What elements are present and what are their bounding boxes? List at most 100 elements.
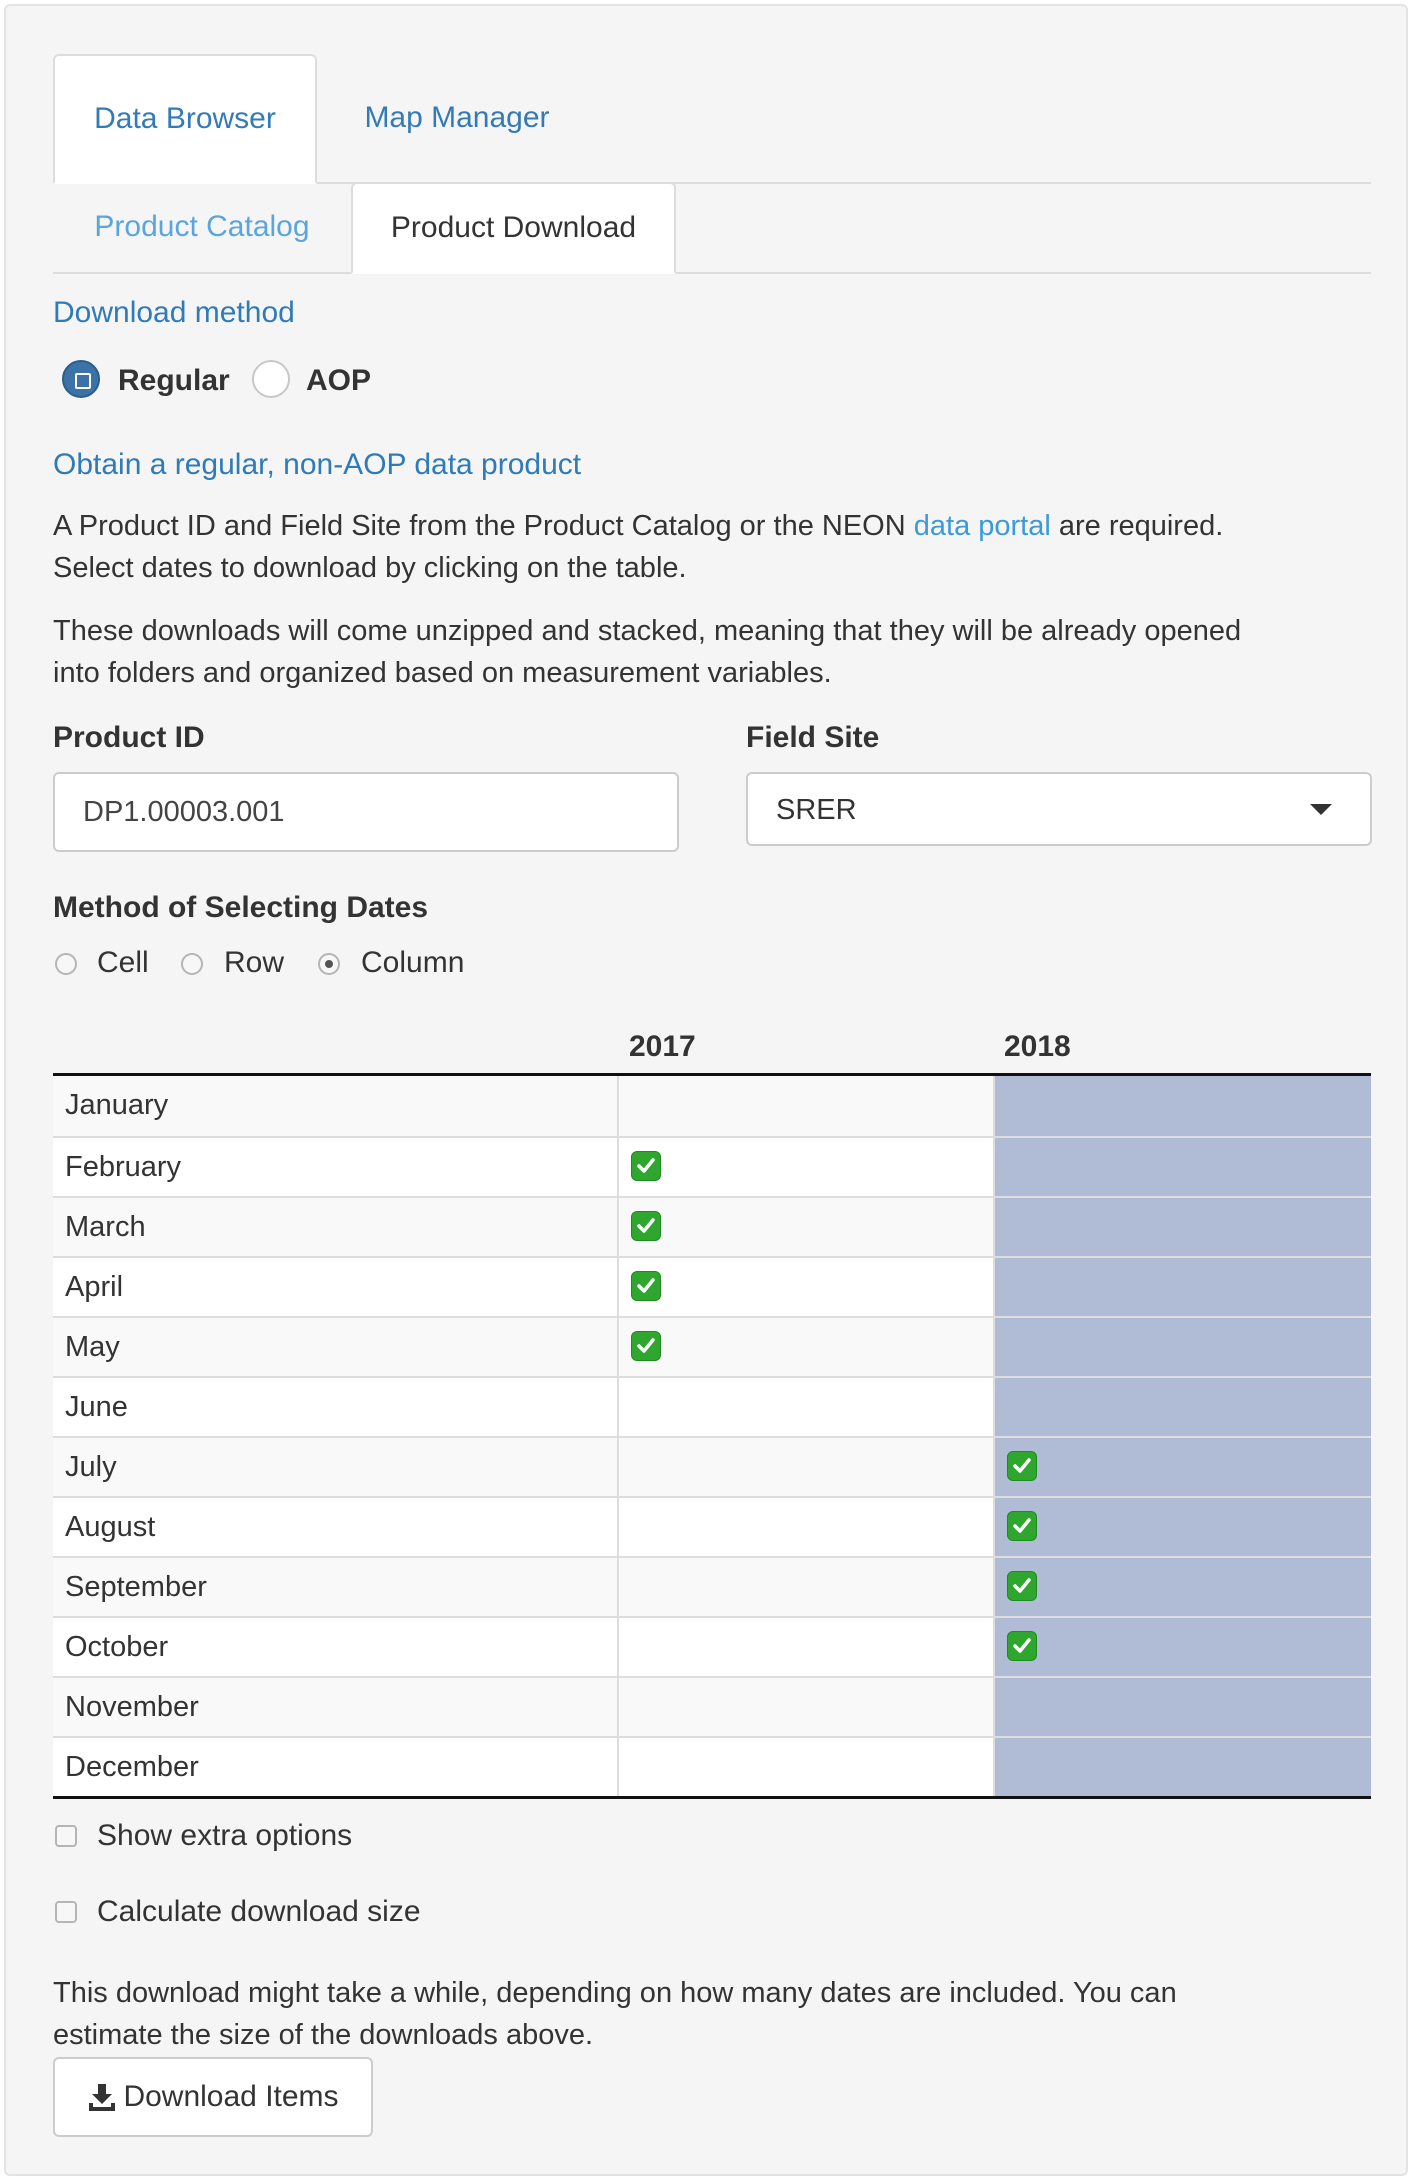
radio-column[interactable] bbox=[318, 953, 340, 975]
desc-text-line2: Select dates to download by clicking on … bbox=[53, 552, 687, 584]
checkmark-icon bbox=[1007, 1631, 1037, 1661]
month-cell: December bbox=[53, 1738, 619, 1796]
date-cell-2018[interactable] bbox=[995, 1738, 1371, 1796]
download-note-line2: estimate the size of the downloads above… bbox=[53, 2019, 594, 2051]
desc2-line1: These downloads will come unzipped and s… bbox=[53, 615, 1242, 647]
tab-data-browser-label: Data Browser bbox=[94, 102, 276, 135]
date-cell-2018[interactable] bbox=[995, 1618, 1371, 1676]
download-method-heading: Download method bbox=[53, 296, 295, 329]
date-cell-2018[interactable] bbox=[995, 1378, 1371, 1436]
checkmark-icon bbox=[631, 1211, 661, 1241]
table-row: December bbox=[53, 1736, 1371, 1796]
show-extra-checkbox[interactable] bbox=[55, 1825, 77, 1847]
date-cell-2017[interactable] bbox=[619, 1076, 995, 1136]
download-items-button[interactable]: Download Items bbox=[53, 2057, 373, 2137]
checkmark-icon bbox=[631, 1271, 661, 1301]
checkmark-icon bbox=[1007, 1511, 1037, 1541]
column-header-2017[interactable]: 2017 bbox=[629, 1030, 696, 1064]
table-row: July bbox=[53, 1436, 1371, 1496]
date-cell-2018[interactable] bbox=[995, 1498, 1371, 1556]
sub-tabs: Product Catalog Product Download bbox=[53, 182, 1371, 274]
date-cell-2017[interactable] bbox=[619, 1678, 995, 1736]
date-cell-2018[interactable] bbox=[995, 1198, 1371, 1256]
product-id-label: Product ID bbox=[53, 721, 205, 754]
month-cell: April bbox=[53, 1258, 619, 1316]
table-row: March bbox=[53, 1196, 1371, 1256]
desc-text: A Product ID and Field Site from the Pro… bbox=[53, 510, 914, 542]
table-row: September bbox=[53, 1556, 1371, 1616]
date-cell-2017[interactable] bbox=[619, 1138, 995, 1196]
month-cell: March bbox=[53, 1198, 619, 1256]
date-cell-2017[interactable] bbox=[619, 1258, 995, 1316]
checkmark-icon bbox=[631, 1331, 661, 1361]
date-cell-2018[interactable] bbox=[995, 1438, 1371, 1496]
radio-column-label: Column bbox=[361, 946, 465, 979]
chevron-down-icon bbox=[1310, 804, 1332, 815]
table-row: June bbox=[53, 1376, 1371, 1436]
radio-regular-label: Regular bbox=[118, 364, 230, 397]
table-row: October bbox=[53, 1616, 1371, 1676]
date-cell-2017[interactable] bbox=[619, 1558, 995, 1616]
download-note: This download might take a while, depend… bbox=[53, 1972, 1373, 2056]
tab-product-catalog-label: Product Catalog bbox=[94, 210, 310, 243]
month-cell: May bbox=[53, 1318, 619, 1376]
date-cell-2017[interactable] bbox=[619, 1498, 995, 1556]
download-note-line1: This download might take a while, depend… bbox=[53, 1977, 1177, 2009]
table-row: January bbox=[53, 1076, 1371, 1136]
date-cell-2017[interactable] bbox=[619, 1438, 995, 1496]
calc-size-checkbox[interactable] bbox=[55, 1901, 77, 1923]
date-cell-2018[interactable] bbox=[995, 1258, 1371, 1316]
column-header-2018[interactable]: 2018 bbox=[1004, 1030, 1071, 1064]
calc-size-label: Calculate download size bbox=[97, 1895, 421, 1928]
month-cell: July bbox=[53, 1438, 619, 1496]
month-cell: February bbox=[53, 1138, 619, 1196]
tab-product-download[interactable]: Product Download bbox=[351, 182, 676, 274]
tab-data-browser[interactable]: Data Browser bbox=[53, 54, 317, 184]
table-row: April bbox=[53, 1256, 1371, 1316]
radio-cell-label: Cell bbox=[97, 946, 149, 979]
date-cell-2018[interactable] bbox=[995, 1076, 1371, 1136]
regular-section-heading: Obtain a regular, non-AOP data product bbox=[53, 448, 582, 481]
radio-regular[interactable] bbox=[62, 360, 100, 398]
top-tabs: Data Browser Map Manager bbox=[53, 54, 1371, 184]
product-id-input[interactable] bbox=[53, 772, 679, 852]
date-cell-2017[interactable] bbox=[619, 1198, 995, 1256]
table-row: November bbox=[53, 1676, 1371, 1736]
description-paragraph-1: A Product ID and Field Site from the Pro… bbox=[53, 505, 1373, 589]
date-cell-2018[interactable] bbox=[995, 1318, 1371, 1376]
radio-cell[interactable] bbox=[55, 953, 77, 975]
month-cell: September bbox=[53, 1558, 619, 1616]
month-cell: January bbox=[53, 1076, 619, 1136]
tab-map-manager[interactable]: Map Manager bbox=[317, 54, 597, 182]
field-site-value: SRER bbox=[776, 794, 857, 826]
date-cell-2018[interactable] bbox=[995, 1558, 1371, 1616]
field-site-select[interactable]: SRER bbox=[746, 772, 1372, 846]
download-items-label: Download Items bbox=[123, 2080, 339, 2113]
month-cell: June bbox=[53, 1378, 619, 1436]
date-cell-2017[interactable] bbox=[619, 1618, 995, 1676]
date-cell-2018[interactable] bbox=[995, 1678, 1371, 1736]
sidebar-panel: Data Browser Map Manager Product Catalog… bbox=[4, 4, 1408, 2176]
tab-product-catalog[interactable]: Product Catalog bbox=[53, 182, 351, 272]
date-cell-2017[interactable] bbox=[619, 1378, 995, 1436]
radio-row[interactable] bbox=[181, 953, 203, 975]
radio-aop-label: AOP bbox=[306, 364, 372, 397]
date-cell-2017[interactable] bbox=[619, 1318, 995, 1376]
table-row: May bbox=[53, 1316, 1371, 1376]
download-icon bbox=[89, 2084, 116, 2111]
checkmark-icon bbox=[1007, 1451, 1037, 1481]
date-table: January February March April May June July Augu… bbox=[53, 1073, 1371, 1799]
data-portal-link[interactable]: data portal bbox=[914, 510, 1051, 542]
table-row: August bbox=[53, 1496, 1371, 1556]
field-site-label: Field Site bbox=[746, 721, 880, 754]
date-cell-2018[interactable] bbox=[995, 1138, 1371, 1196]
date-method-label: Method of Selecting Dates bbox=[53, 891, 429, 924]
checkmark-icon bbox=[1007, 1571, 1037, 1601]
date-cell-2017[interactable] bbox=[619, 1738, 995, 1796]
month-cell: August bbox=[53, 1498, 619, 1556]
desc2-line2: into folders and organized based on meas… bbox=[53, 657, 832, 689]
table-row: February bbox=[53, 1136, 1371, 1196]
radio-aop[interactable] bbox=[252, 360, 290, 398]
desc-text-after: are required. bbox=[1050, 510, 1224, 542]
radio-row-label: Row bbox=[224, 946, 285, 979]
